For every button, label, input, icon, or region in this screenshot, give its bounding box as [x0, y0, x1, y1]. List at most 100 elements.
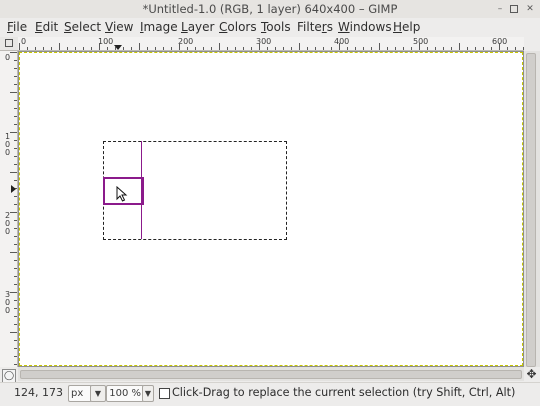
vruler-tick [14, 156, 17, 157]
vruler-tick [14, 140, 17, 141]
vruler-tick [14, 364, 17, 365]
unit-dropdown-icon[interactable]: ▼ [90, 385, 106, 402]
status-message: Click-Drag to replace the current select… [172, 386, 516, 399]
menu-file[interactable]: File [7, 19, 27, 35]
menu-tools[interactable]: Tools [261, 19, 291, 35]
hruler-tick [491, 47, 492, 50]
zoom-toggle-icon[interactable]: ◯ [2, 369, 16, 383]
hruler-label: 100 [98, 37, 114, 46]
menu-view-key: V [105, 20, 113, 34]
hruler-tick [131, 47, 132, 50]
menu-windows[interactable]: Windows [338, 19, 392, 35]
vruler-tick [14, 316, 17, 317]
hruler-label: 0 [21, 37, 27, 46]
vruler-tick [10, 52, 17, 53]
menu-select[interactable]: Select [64, 19, 101, 35]
hruler-tick [435, 47, 436, 50]
menu-layer[interactable]: Layer [181, 19, 214, 35]
menu-filters-rest: s [326, 20, 333, 34]
hruler-tick [499, 43, 500, 50]
vertical-ruler[interactable]: 0 1 0 0 2 0 0 3 0 0 [0, 51, 18, 367]
vruler-tick [14, 244, 17, 245]
menu-edit-rest: dit [42, 20, 59, 34]
close-icon[interactable]: ✕ [526, 5, 534, 14]
menu-colors[interactable]: Colors [219, 19, 257, 35]
hruler-tick [283, 47, 284, 50]
menu-view-rest: iew [112, 20, 134, 34]
menu-help[interactable]: Help [393, 19, 420, 35]
pointer-cursor-icon [116, 186, 128, 202]
hruler-tick [475, 47, 476, 50]
vruler-tick [14, 236, 17, 237]
hruler-tick [291, 47, 292, 50]
menu-image-rest: mage [143, 20, 178, 34]
quick-mask-icon[interactable] [5, 39, 13, 47]
menu-layer-rest: ayer [187, 20, 215, 34]
hruler-tick [443, 47, 444, 50]
hruler-tick [275, 47, 276, 50]
vertical-scroll-thumb[interactable] [526, 53, 536, 367]
hruler-tick [363, 47, 364, 50]
hruler-tick [75, 47, 76, 50]
hruler-label: 400 [334, 37, 350, 46]
hruler-tick [219, 43, 220, 50]
unit-select[interactable]: px [68, 385, 92, 402]
menu-file-rest: ile [13, 20, 28, 34]
vruler-tick [14, 220, 17, 221]
horizontal-scroll-thumb[interactable] [20, 370, 522, 379]
hruler-tick [99, 43, 100, 50]
vruler-tick [14, 76, 17, 77]
hruler-tick [203, 47, 204, 50]
hruler-label: 500 [413, 37, 429, 46]
hruler-tick [379, 43, 380, 50]
vruler-tick [14, 108, 17, 109]
zoom-dropdown-icon[interactable]: ▼ [142, 385, 154, 402]
rect-select-tool-icon [159, 388, 170, 399]
vruler-tick [14, 260, 17, 261]
vruler-label: 3 0 0 [4, 290, 11, 315]
vruler-label: 1 0 0 [4, 132, 11, 157]
menu-edit[interactable]: Edit [35, 19, 58, 35]
hruler-tick [307, 47, 308, 50]
hruler-tick [387, 47, 388, 50]
zoom-select[interactable]: 100 % [106, 385, 144, 402]
hruler-tick [395, 47, 396, 50]
vruler-tick [14, 180, 17, 181]
menu-filters-pre: Filte [297, 20, 322, 34]
menu-tools-rest: ools [266, 20, 291, 34]
vruler-tick [14, 84, 17, 85]
hruler-tick [323, 47, 324, 50]
ruler-filler [524, 37, 540, 50]
hruler-tick [331, 47, 332, 50]
menu-filters[interactable]: Filters [297, 19, 333, 35]
vruler-tick [14, 164, 17, 165]
vruler-tick [14, 204, 17, 205]
hruler-tick [459, 43, 460, 50]
vruler-tick [14, 116, 17, 117]
hruler-tick [195, 47, 196, 50]
hruler-tick [91, 47, 92, 50]
vruler-tick [14, 356, 17, 357]
navigate-icon[interactable]: ✥ [525, 368, 538, 381]
hruler-tick [371, 47, 372, 50]
menu-windows-rest: indows [349, 20, 392, 34]
vruler-tick [10, 332, 17, 333]
horizontal-ruler[interactable]: 0 100 200 300 400 500 600 [18, 37, 524, 51]
vruler-pointer-marker [11, 185, 16, 193]
hruler-tick [347, 47, 348, 50]
menu-image[interactable]: Image [140, 19, 178, 35]
hruler-tick [507, 47, 508, 50]
menu-colors-rest: olors [227, 20, 257, 34]
vruler-tick [14, 60, 17, 61]
menu-view[interactable]: View [105, 19, 133, 35]
hruler-tick [339, 43, 340, 50]
menu-help-rest: elp [402, 20, 421, 34]
maximize-icon[interactable] [510, 5, 518, 13]
hruler-tick [483, 47, 484, 50]
vruler-tick [10, 92, 17, 93]
vruler-label: 2 0 0 [4, 211, 11, 236]
hruler-tick [419, 43, 420, 50]
hruler-tick [259, 43, 260, 50]
minimize-icon[interactable]: – [496, 5, 504, 14]
hruler-tick [403, 47, 404, 50]
